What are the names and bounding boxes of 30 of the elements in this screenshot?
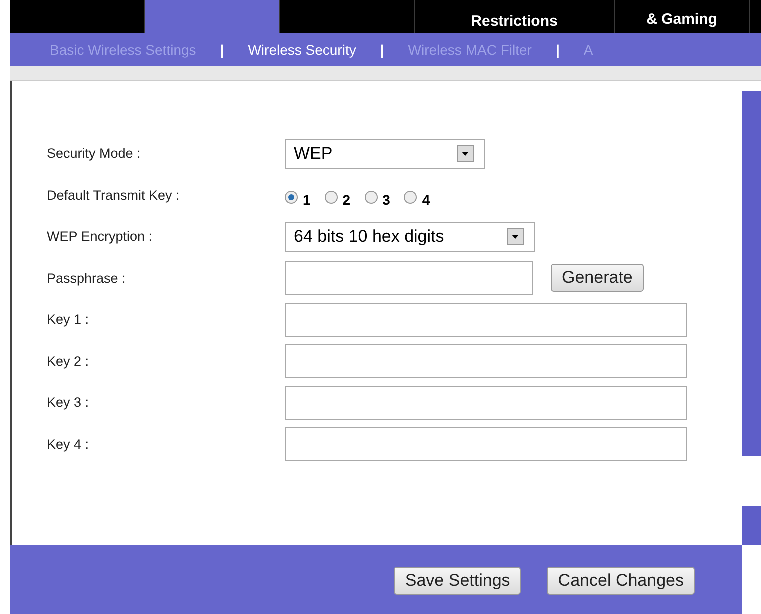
radio-button[interactable] xyxy=(324,190,338,204)
field-label: Key 2 : xyxy=(47,354,90,369)
security-mode-dropdown[interactable]: WEP xyxy=(285,138,485,169)
field-label: Passphrase : xyxy=(47,270,127,286)
separator: | xyxy=(556,42,560,58)
encryption-dropdown[interactable]: 64 bits 10 hex digits xyxy=(285,222,535,252)
radio-button[interactable] xyxy=(364,190,378,204)
radio-label: 4 xyxy=(422,192,430,208)
key-field[interactable] xyxy=(285,344,687,378)
generate-button[interactable]: Generate xyxy=(551,264,644,292)
passphrase-field[interactable] xyxy=(285,261,533,296)
radio-label: 2 xyxy=(342,192,351,208)
footer-button[interactable]: Save Settings xyxy=(394,566,522,594)
radio-label: 3 xyxy=(382,192,390,208)
radio-button[interactable] xyxy=(285,190,298,204)
radio-button[interactable] xyxy=(404,190,418,204)
field-label: WEP Encryption : xyxy=(47,229,154,244)
key-field[interactable] xyxy=(285,386,687,420)
separator: | xyxy=(220,42,224,58)
field-label: Key 1 : xyxy=(47,312,90,328)
field-label: Key 4 : xyxy=(47,436,90,452)
separator: | xyxy=(380,42,384,58)
field-label: Key 3 : xyxy=(47,395,90,410)
field-label: Security Mode : xyxy=(47,146,142,162)
key-field[interactable] xyxy=(285,427,687,462)
radio-label: 1 xyxy=(303,192,311,208)
field-label: Default Transmit Key : xyxy=(47,188,181,203)
footer-button[interactable]: Cancel Changes xyxy=(547,566,695,594)
sub-nav-link[interactable]: Wireless Security xyxy=(248,42,356,58)
key-field[interactable] xyxy=(285,302,687,337)
